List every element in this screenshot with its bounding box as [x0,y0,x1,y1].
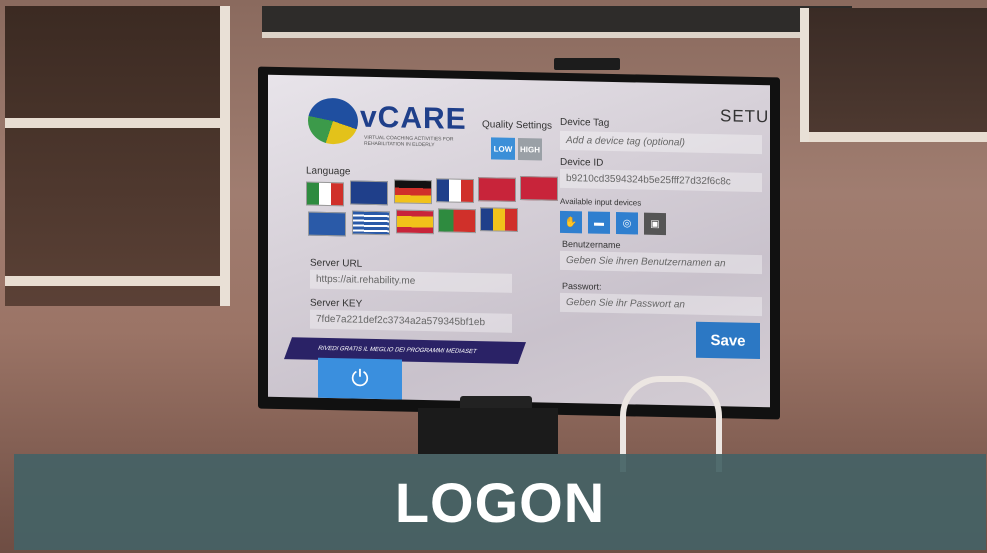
device-id-value: b9210cd3594324b5e25fff27d32f6c8c [560,168,762,193]
flag-sweden[interactable] [308,211,346,237]
server-key-input[interactable]: 7fde7a221def2c3734a2a579345bf1eb [310,309,512,333]
password-input[interactable]: Geben Sie ihr Passwort an [560,292,762,317]
caption-title: LOGON [394,470,606,534]
username-label: Benutzername [562,238,621,251]
flag-italy[interactable] [306,181,344,207]
flag-norway[interactable] [520,176,558,201]
motion-sensor [554,58,620,70]
flag-germany[interactable] [394,179,432,205]
server-url-label: Server URL [310,257,363,270]
quality-high-button[interactable]: HIGH [518,137,542,161]
tv-screen: vCARE VIRTUAL COACHING ACTIVITIES FOR RE… [268,74,770,408]
device-tag-label: Device Tag [560,116,610,129]
controller-icon[interactable]: ◎ [616,212,638,235]
server-key-label: Server KEY [310,297,363,310]
flag-greece[interactable] [352,210,390,236]
app-name: vCARE [360,100,467,136]
top-shelf [262,6,852,38]
shelf-board [809,132,987,142]
flag-spain[interactable] [396,209,434,235]
setup-title: SETUP [720,106,770,127]
power-button[interactable]: ⏻ [318,357,402,400]
username-input[interactable]: Geben Sie ihren Benutzernamen an [560,250,762,275]
device-tag-input[interactable]: Add a device tag (optional) [560,130,762,155]
hand-tracker-icon[interactable]: ✋ [560,210,582,234]
input-devices-label: Available input devices [560,196,642,208]
flag-france[interactable] [436,178,474,204]
flag-uk[interactable] [350,180,388,206]
screen-icon[interactable]: ▣ [644,212,666,236]
left-bookshelf [5,6,230,306]
shelf-board [5,118,220,128]
vcare-logo [308,97,358,145]
television: vCARE VIRTUAL COACHING ACTIVITIES FOR RE… [258,66,780,420]
power-icon: ⏻ [351,365,369,391]
flag-portugal[interactable] [438,208,476,234]
device-id-label: Device ID [560,156,604,169]
save-button[interactable]: Save [696,321,760,360]
caption-bar: LOGON [14,454,986,550]
server-url-input[interactable]: https://ait.rehability.me [310,269,512,293]
password-label: Passwort: [562,280,602,292]
quality-settings-label: Quality Settings [482,119,553,132]
shelf-board [5,276,220,286]
quality-low-button[interactable]: LOW [491,137,515,160]
console-box [418,408,558,454]
language-label: Language [306,165,351,178]
flag-denmark[interactable] [478,177,516,202]
right-shelf [800,8,987,142]
sensor-icon[interactable]: ▬ [588,211,610,234]
flag-romania[interactable] [480,207,518,232]
app-subtitle: VIRTUAL COACHING ACTIVITIES FOR REHABILI… [364,134,454,149]
